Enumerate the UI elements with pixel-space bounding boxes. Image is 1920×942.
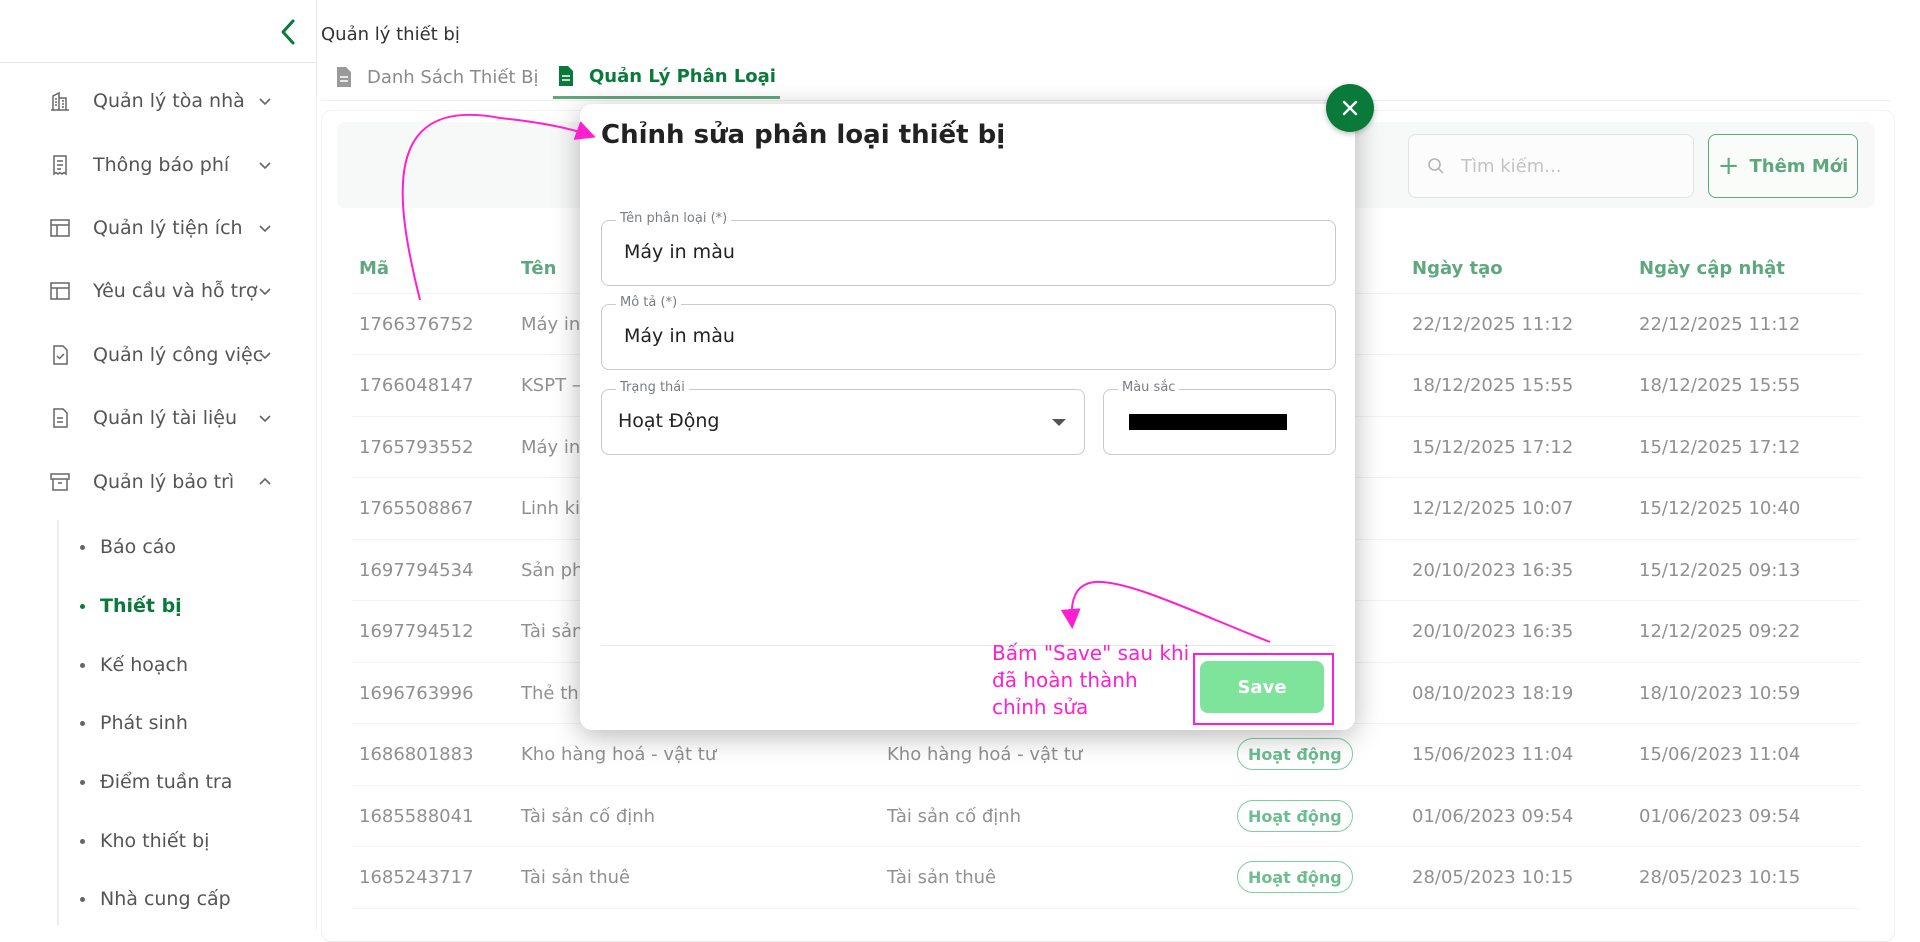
chevron-down-icon <box>259 415 271 423</box>
sidebar-item-label: Yêu cầu và hỗ trợ <box>93 280 258 302</box>
sidebar-item-maintenance[interactable]: Quản lý bảo trì <box>0 451 316 513</box>
submenu-label: Phát sinh <box>100 712 188 734</box>
building-icon <box>51 91 69 111</box>
color-swatch[interactable] <box>1129 414 1287 430</box>
chevron-down-icon <box>259 352 271 360</box>
close-modal-button[interactable] <box>1326 84 1374 132</box>
sidebar-item-fee-notice[interactable]: Thông báo phí <box>0 134 316 196</box>
chevron-left-icon <box>281 19 295 45</box>
submenu-label: Báo cáo <box>100 536 177 558</box>
color-label: Màu sắc <box>1118 380 1180 395</box>
tab-label: Danh Sách Thiết Bị <box>367 66 539 88</box>
sidebar-item-label: Quản lý công việc <box>93 344 264 366</box>
description-value: Máy in màu <box>624 325 735 347</box>
document-icon <box>337 67 351 87</box>
bullet-dot <box>80 779 85 785</box>
modal-footer-divider <box>601 645 1334 646</box>
sidebar-item-tasks[interactable]: Quản lý công việc <box>0 324 316 386</box>
description-field[interactable]: Mô tả (*) Máy in màu <box>601 295 1336 370</box>
bullet-dot <box>80 662 85 668</box>
submenu-label: Kho thiết bị <box>100 830 210 852</box>
sidebar-item-documents[interactable]: Quản lý tài liệu <box>0 387 316 449</box>
bullet-dot <box>80 603 85 609</box>
chevron-up-icon <box>259 477 271 485</box>
sidebar-item-label: Quản lý tiện ích <box>93 217 243 239</box>
submenu-item-suppliers[interactable]: Nhà cung cấp <box>60 871 310 927</box>
dropdown-caret-icon <box>1052 419 1066 426</box>
modal-title: Chỉnh sửa phân loại thiết bị <box>601 120 1006 150</box>
submenu-item-plan[interactable]: Kế hoạch <box>60 637 310 693</box>
category-name-value: Máy in màu <box>624 241 735 263</box>
chevron-down-icon <box>259 98 271 106</box>
submenu-item-incidents[interactable]: Phát sinh <box>60 695 310 751</box>
tab-category-management[interactable]: Quản Lý Phân Loại <box>553 56 780 99</box>
bullet-dot <box>80 720 85 726</box>
description-label: Mô tả (*) <box>616 295 682 310</box>
bullet-dot <box>80 896 85 902</box>
annotation-text: Bấm "Save" sau khi đã hoàn thành chỉnh s… <box>992 641 1190 719</box>
submenu-item-patrol-points[interactable]: Điểm tuần tra <box>60 754 310 810</box>
category-name-label: Tên phân loại (*) <box>616 211 732 226</box>
chevron-down-icon <box>259 225 271 233</box>
category-name-field[interactable]: Tên phân loại (*) Máy in màu <box>601 211 1336 286</box>
layout-icon <box>50 219 70 237</box>
tab-bar: Danh Sách Thiết Bị Quản Lý Phân Loại <box>321 56 1891 101</box>
submenu-item-equipment[interactable]: Thiết bị <box>60 578 310 634</box>
close-icon <box>1342 100 1358 116</box>
annotation-highlight-box <box>1193 653 1334 725</box>
sidebar-item-label: Quản lý tài liệu <box>93 407 237 429</box>
submenu-label: Thiết bị <box>100 595 182 617</box>
task-icon <box>53 345 68 365</box>
sidebar-item-utilities[interactable]: Quản lý tiện ích <box>0 197 316 259</box>
breadcrumb: Quản lý thiết bị <box>321 24 460 45</box>
chevron-down-icon <box>259 288 271 296</box>
sidebar-item-building[interactable]: Quản lý tòa nhà <box>0 70 316 132</box>
submenu-guide-line <box>57 520 59 925</box>
sidebar-item-support[interactable]: Yêu cầu và hỗ trợ <box>0 260 316 322</box>
status-select[interactable]: Trạng thái Hoạt Động <box>601 380 1085 455</box>
bullet-dot <box>80 838 85 844</box>
receipt-icon <box>53 155 67 176</box>
sidebar-item-label: Quản lý bảo trì <box>93 471 235 493</box>
sidebar-item-label: Quản lý tòa nhà <box>93 90 245 112</box>
document-icon <box>559 66 573 86</box>
submenu-label: Kế hoạch <box>100 654 188 676</box>
sidebar-collapse-button[interactable] <box>270 14 306 50</box>
status-label: Trạng thái <box>616 380 689 395</box>
sidebar-item-label: Thông báo phí <box>93 154 230 176</box>
sidebar-divider <box>0 62 316 63</box>
archive-icon <box>50 473 70 491</box>
tab-label: Quản Lý Phân Loại <box>589 65 776 87</box>
document-icon <box>53 408 68 428</box>
submenu-label: Nhà cung cấp <box>100 888 231 910</box>
status-value: Hoạt Động <box>618 410 720 432</box>
chevron-down-icon <box>259 162 271 170</box>
submenu-label: Điểm tuần tra <box>100 771 233 793</box>
tab-equipment-list[interactable]: Danh Sách Thiết Bị <box>335 56 539 98</box>
submenu-item-warehouse[interactable]: Kho thiết bị <box>60 813 310 869</box>
color-picker-field[interactable]: Màu sắc <box>1103 380 1336 455</box>
layout-icon <box>50 282 70 300</box>
bullet-dot <box>80 544 85 550</box>
submenu-item-report[interactable]: Báo cáo <box>60 519 310 575</box>
